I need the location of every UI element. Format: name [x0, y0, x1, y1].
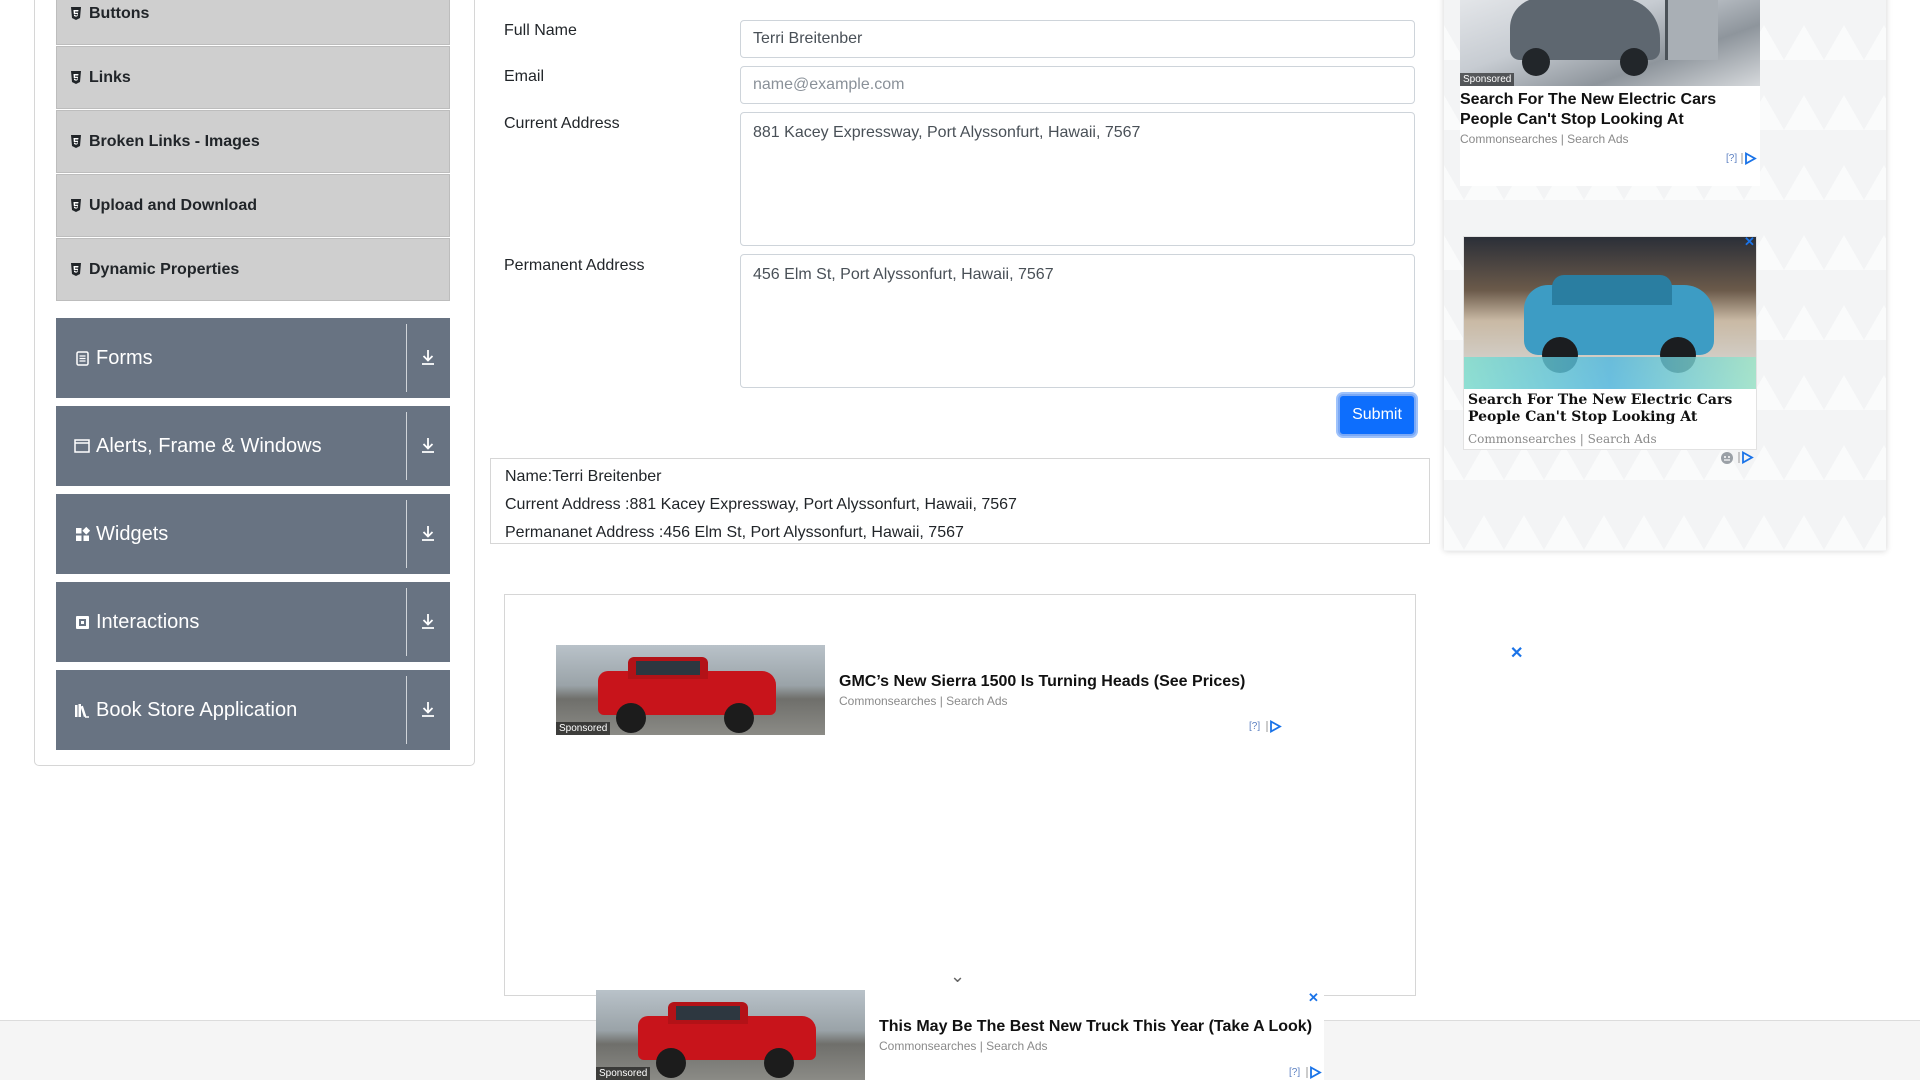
- email-input[interactable]: name@example.com: [740, 66, 1415, 104]
- ad-title[interactable]: This May Be The Best New Truck This Year…: [879, 1018, 1312, 1036]
- ad-image-car[interactable]: Sponsored: [1460, 0, 1760, 86]
- ad-image-truck[interactable]: Sponsored: [556, 645, 825, 735]
- sidebar-group-label: Interactions: [96, 610, 200, 633]
- sidebar-group-widgets[interactable]: Widgets: [56, 494, 450, 574]
- sidebar-item-label: Broken Links - Images: [89, 132, 260, 150]
- sidebar-item-label: Buttons: [89, 4, 150, 22]
- sponsored-label: Sponsored: [596, 1067, 651, 1080]
- sidebar-item-label: Links: [89, 68, 131, 86]
- window-icon: [74, 438, 90, 454]
- output-name: Name:Terri Breitenber: [505, 468, 662, 485]
- adchoices-icon[interactable]: [1741, 152, 1757, 165]
- sidebar-item-broken-links[interactable]: Broken Links - Images: [56, 110, 450, 173]
- ad-title[interactable]: GMC’s New Sierra 1500 Is Turning Heads (…: [839, 673, 1245, 691]
- ad-source: Commonsearches | Search Ads: [1468, 432, 1657, 446]
- close-icon[interactable]: ✕: [1510, 643, 1523, 663]
- permanent-address-label: Permanent Address: [504, 257, 645, 274]
- ad-image-truck[interactable]: Sponsored: [596, 990, 865, 1080]
- submit-button[interactable]: Submit: [1338, 394, 1416, 436]
- chevron-down-icon[interactable]: ⌄: [950, 966, 965, 987]
- sponsored-label: Sponsored: [1460, 73, 1515, 86]
- download-icon[interactable]: [420, 436, 436, 454]
- html5-icon: [71, 263, 81, 276]
- widgets-icon: [74, 526, 90, 542]
- form-icon: [74, 350, 90, 366]
- current-address-textarea[interactable]: 881 Kacey Expressway, Port Alyssonfurt, …: [740, 112, 1415, 246]
- sidebar-item-buttons[interactable]: Buttons: [56, 0, 450, 45]
- ad-source: Commonsearches | Search Ads: [1460, 132, 1629, 146]
- html5-icon: [71, 135, 81, 148]
- output-current-address: Current Address :881 Kacey Expressway, P…: [505, 496, 1017, 513]
- divider: [406, 588, 407, 656]
- current-address-value: 881 Kacey Expressway, Port Alyssonfurt, …: [753, 124, 1141, 141]
- sidebar-group-label: Forms: [96, 346, 153, 369]
- ad-info-link[interactable]: [?]: [1289, 1067, 1300, 1078]
- divider: [406, 324, 407, 392]
- interactions-icon: [74, 614, 90, 630]
- download-icon[interactable]: [420, 612, 436, 630]
- divider: [406, 676, 407, 744]
- download-icon[interactable]: [420, 524, 436, 542]
- full-name-input[interactable]: Terri Breitenber: [740, 20, 1415, 58]
- ad-image-electric-car[interactable]: [1464, 237, 1756, 389]
- ad-title[interactable]: Search For The New Electric Cars People …: [1460, 90, 1750, 130]
- divider: [406, 412, 407, 480]
- ad-source: Commonsearches | Search Ads: [839, 694, 1008, 708]
- download-icon[interactable]: [420, 348, 436, 366]
- sidebar-item-upload-download[interactable]: Upload and Download: [56, 174, 450, 237]
- ad-info-link[interactable]: [?]: [1726, 153, 1737, 164]
- sidebar-group-label: Alerts, Frame & Windows: [96, 434, 322, 457]
- sponsored-label: Sponsored: [556, 722, 611, 735]
- output-panel: Name:Terri Breitenber Current Address :8…: [490, 458, 1430, 544]
- download-icon[interactable]: [420, 700, 436, 718]
- sidebar-group-alerts[interactable]: Alerts, Frame & Windows: [56, 406, 450, 486]
- html5-icon: [71, 71, 81, 84]
- permanent-address-value: 456 Elm St, Port Alyssonfurt, Hawaii, 75…: [753, 266, 1054, 283]
- output-permanent-address: Permananet Address :456 Elm St, Port Aly…: [505, 524, 964, 541]
- sidebar-item-links[interactable]: Links: [56, 46, 450, 109]
- html5-icon: [71, 199, 81, 212]
- email-label: Email: [504, 68, 545, 85]
- sidebar-group-book-store[interactable]: Book Store Application: [56, 670, 450, 750]
- permanent-address-textarea[interactable]: 456 Elm St, Port Alyssonfurt, Hawaii, 75…: [740, 254, 1415, 388]
- book-icon: [74, 702, 90, 718]
- sidebar-group-interactions[interactable]: Interactions: [56, 582, 450, 662]
- ad-feedback-icon[interactable]: [1720, 451, 1734, 465]
- sidebar-item-label: Upload and Download: [89, 196, 257, 214]
- sidebar-group-label: Book Store Application: [96, 698, 298, 721]
- ad-title[interactable]: Search For The New Electric Cars People …: [1468, 392, 1753, 426]
- html5-icon: [71, 7, 81, 20]
- adchoices-icon[interactable]: [1306, 1066, 1322, 1079]
- sidebar-group-forms[interactable]: Forms: [56, 318, 450, 398]
- current-address-label: Current Address: [504, 115, 620, 132]
- close-icon[interactable]: ✕: [1744, 234, 1755, 250]
- sidebar-group-label: Widgets: [96, 522, 169, 545]
- sidebar-item-label: Dynamic Properties: [89, 260, 240, 278]
- sidebar-item-dynamic-properties[interactable]: Dynamic Properties: [56, 238, 450, 301]
- divider: [406, 500, 407, 568]
- ad-source: Commonsearches | Search Ads: [879, 1039, 1048, 1053]
- close-icon[interactable]: ✕: [1308, 990, 1319, 1006]
- adchoices-icon[interactable]: [1738, 451, 1754, 464]
- ad-info-link[interactable]: [?]: [1249, 721, 1260, 732]
- adchoices-icon[interactable]: [1266, 720, 1282, 733]
- full-name-label: Full Name: [504, 22, 577, 39]
